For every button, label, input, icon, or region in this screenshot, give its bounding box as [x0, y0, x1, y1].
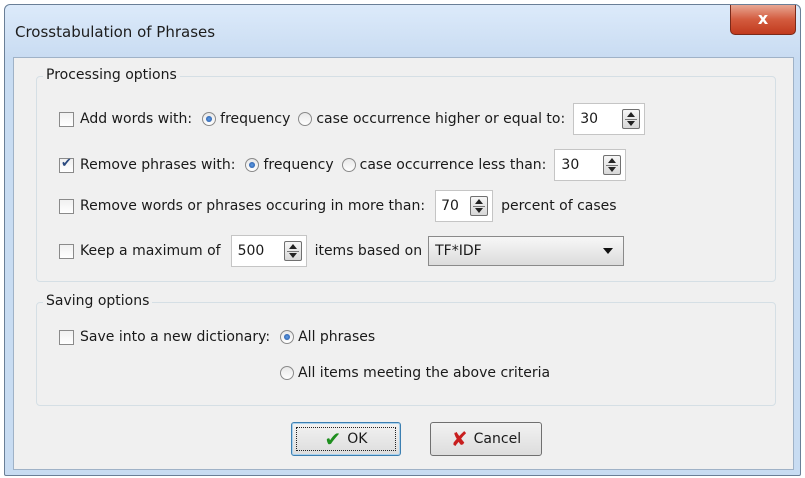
- dialog-window: Crosstabulation of Phrases x Processing …: [4, 4, 801, 476]
- add-words-value[interactable]: 30: [580, 111, 616, 127]
- all-phrases-label: All phrases: [298, 329, 376, 345]
- keep-max-checkbox[interactable]: [59, 243, 74, 259]
- remove-phrases-case-radio[interactable]: [341, 158, 356, 172]
- ok-button[interactable]: ✔ OK: [291, 422, 401, 456]
- remove-phrases-checkbox[interactable]: [59, 156, 74, 173]
- remove-common-row: Remove words or phrases occuring in more…: [59, 190, 617, 222]
- add-words-frequency-radio[interactable]: [202, 112, 217, 126]
- red-x-icon: ✘: [450, 427, 468, 451]
- add-words-row: Add words with: frequency case occurrenc…: [59, 103, 646, 135]
- add-words-checkbox[interactable]: [59, 111, 74, 127]
- remove-phrases-frequency-radio[interactable]: [245, 158, 260, 172]
- save-new-dictionary-label: Save into a new dictionary:: [80, 329, 271, 345]
- remove-phrases-frequency-label: frequency: [263, 157, 334, 173]
- all-items-criteria-radio[interactable]: [280, 366, 294, 380]
- close-button[interactable]: x: [730, 5, 796, 35]
- keep-max-label: Keep a maximum of: [80, 243, 221, 259]
- remove-phrases-value[interactable]: 30: [561, 157, 597, 173]
- all-phrases-radio[interactable]: [280, 330, 295, 344]
- keep-max-spinner[interactable]: 500: [230, 235, 307, 267]
- add-words-case-radio[interactable]: [298, 112, 313, 126]
- add-words-spinner[interactable]: 30: [573, 103, 646, 135]
- remove-phrases-spinner[interactable]: 30: [554, 149, 627, 181]
- percent-of-cases-label: percent of cases: [501, 198, 617, 214]
- add-words-case-label: case occurrence higher or equal to:: [316, 111, 566, 127]
- weighting-select-value: TF*IDF: [435, 243, 482, 259]
- window-title: Crosstabulation of Phrases: [15, 23, 216, 41]
- remove-common-value[interactable]: 70: [441, 198, 468, 214]
- saving-options-legend: Saving options: [43, 293, 153, 309]
- remove-common-label: Remove words or phrases occuring in more…: [80, 198, 426, 214]
- items-based-on-label: items based on: [314, 243, 423, 259]
- keep-max-row: Keep a maximum of 500 items based on TF*…: [59, 235, 625, 267]
- remove-common-spinner[interactable]: 70: [435, 190, 494, 222]
- criteria-row: All items meeting the above criteria: [280, 365, 550, 381]
- add-words-label: Add words with:: [80, 111, 193, 127]
- remove-common-checkbox[interactable]: [59, 198, 74, 214]
- title-bar[interactable]: Crosstabulation of Phrases x: [5, 5, 800, 57]
- remove-phrases-row: Remove phrases with: frequency case occu…: [59, 149, 627, 181]
- processing-options-legend: Processing options: [43, 67, 180, 83]
- add-words-frequency-label: frequency: [220, 111, 291, 127]
- cancel-button-label: Cancel: [473, 431, 522, 447]
- processing-options-group: Processing options Add words with: frequ…: [36, 67, 776, 282]
- chevron-down-icon[interactable]: [603, 248, 614, 254]
- save-new-row: Save into a new dictionary: All phrases: [59, 329, 375, 345]
- spinner-arrows-icon[interactable]: [283, 241, 302, 261]
- save-new-dictionary-checkbox[interactable]: [59, 329, 74, 345]
- saving-options-group: Saving options Save into a new dictionar…: [36, 293, 776, 406]
- spinner-arrows-icon[interactable]: [603, 155, 622, 175]
- all-items-criteria-label: All items meeting the above criteria: [298, 365, 551, 381]
- spinner-arrows-icon[interactable]: [470, 196, 489, 216]
- remove-phrases-case-label: case occurrence less than:: [359, 157, 547, 173]
- cancel-button[interactable]: ✘ Cancel: [430, 422, 542, 456]
- weighting-select[interactable]: TF*IDF: [428, 236, 625, 266]
- close-icon: x: [757, 9, 769, 28]
- spinner-arrows-icon[interactable]: [622, 109, 641, 129]
- dialog-client-area: Processing options Add words with: frequ…: [13, 57, 794, 470]
- remove-phrases-label: Remove phrases with:: [80, 157, 236, 173]
- keep-max-value[interactable]: 500: [238, 243, 278, 259]
